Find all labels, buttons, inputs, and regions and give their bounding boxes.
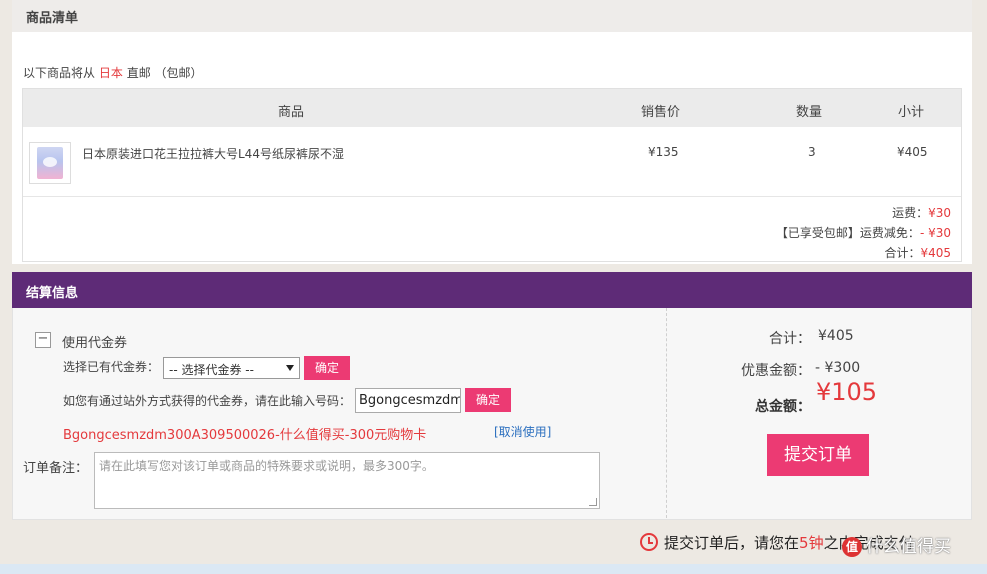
resize-handle-icon[interactable] [589,498,597,506]
notice-highlight: 5 [799,534,809,552]
coupon-code-label: 如您有通过站外方式获得的代金券，请在此输入号码： [63,394,352,408]
goods-summary: 运费：¥30 【已享受包邮】运费减免：- ¥30 合计：¥405 [776,203,951,263]
ship-note: （包邮） [154,66,203,80]
bottom-strip [0,564,987,574]
settlement-divider [666,308,667,518]
grand-total-value: ¥105 [816,378,878,406]
ship-prefix: 以下商品将从 [23,66,96,80]
product-qty: 3 [808,145,816,159]
clock-icon [640,533,658,551]
notice-text-before: 提交订单后，请您在 [664,534,800,552]
goods-total-value: ¥405 [920,246,951,260]
remark-placeholder: 请在此填写您对该订单或商品的特殊要求或说明，最多300字。 [99,459,434,473]
goods-list-header: 商品清单 [12,0,972,32]
product-name[interactable]: 日本原装进口花王拉拉裤大号L44号纸尿裤尿不湿 [82,145,344,162]
discount-label: 优惠金额： [741,363,811,379]
select-coupon-label: 选择已有代金券： [63,360,160,374]
sum-label: 合计： [769,331,811,347]
applied-coupon: Bgongcesmzdm300A309500026-什么值得买-300元购物卡 [63,428,427,443]
product-price: ¥135 [648,145,679,159]
col-subtotal: 小计 [898,105,925,120]
confirm-code-button[interactable]: 确定 [465,388,511,412]
notice-text-mid: 钟 [808,534,824,552]
confirm-select-button[interactable]: 确定 [304,356,350,380]
order-page: 商品清单 以下商品将从 日本 直邮 （包邮） 商品 销售价 数量 小计 日本原装… [12,0,972,574]
free-shipping-value: - ¥30 [919,226,951,240]
shipping-label: 运费： [892,206,929,220]
settlement-title: 结算信息 [26,286,79,301]
col-qty: 数量 [796,105,823,120]
grand-total-label: 总金额： [755,399,811,415]
goods-table-header: 商品 销售价 数量 小计 [23,89,961,127]
product-thumbnail[interactable] [29,142,71,184]
watermark: 值什么值得买 [842,532,951,557]
shipping-origin-line: 以下商品将从 日本 直邮 （包邮） [23,64,203,81]
coupon-code-input[interactable]: Bgongcesmzdm3 [355,388,461,413]
ship-method: 直邮 [126,66,151,80]
goods-list-title: 商品清单 [26,11,79,26]
watermark-text: 什么值得买 [866,537,951,557]
free-shipping-label: 【已享受包邮】运费减免： [775,226,920,240]
discount-value: - ¥300 [815,360,861,376]
remark-label: 订单备注： [23,461,89,476]
goods-list-section: 商品清单 以下商品将从 日本 直邮 （包邮） 商品 销售价 数量 小计 日本原装… [12,0,972,264]
sum-value: ¥405 [818,328,854,344]
watermark-logo-icon: 值 [842,537,862,557]
product-subtotal: ¥405 [897,145,928,159]
submit-order-button[interactable]: 提交订单 [767,434,869,476]
remark-textarea[interactable]: 请在此填写您对该订单或商品的特殊要求或说明，最多300字。 [94,452,600,509]
coupon-select-value: -- 选择代金券 -- [169,363,254,377]
shipping-value: ¥30 [928,206,951,220]
coupon-toggle-label[interactable]: 使用代金券 [62,332,127,351]
table-row: 日本原装进口花王拉拉裤大号L44号纸尿裤尿不湿 ¥135 3 ¥405 [23,127,961,197]
coupon-toggle-checkbox[interactable]: − [35,332,51,348]
chevron-down-icon [286,365,294,371]
settlement-header: 结算信息 [12,272,972,308]
col-goods: 商品 [278,105,305,120]
goods-total-label: 合计： [884,246,921,260]
col-price: 销售价 [641,105,681,120]
cancel-coupon-link[interactable]: [取消使用] [494,423,551,440]
ship-origin: 日本 [98,66,123,80]
coupon-select[interactable]: -- 选择代金券 -- [163,357,300,379]
goods-table: 商品 销售价 数量 小计 日本原装进口花王拉拉裤大号L44号纸尿裤尿不湿 ¥13… [22,88,962,262]
